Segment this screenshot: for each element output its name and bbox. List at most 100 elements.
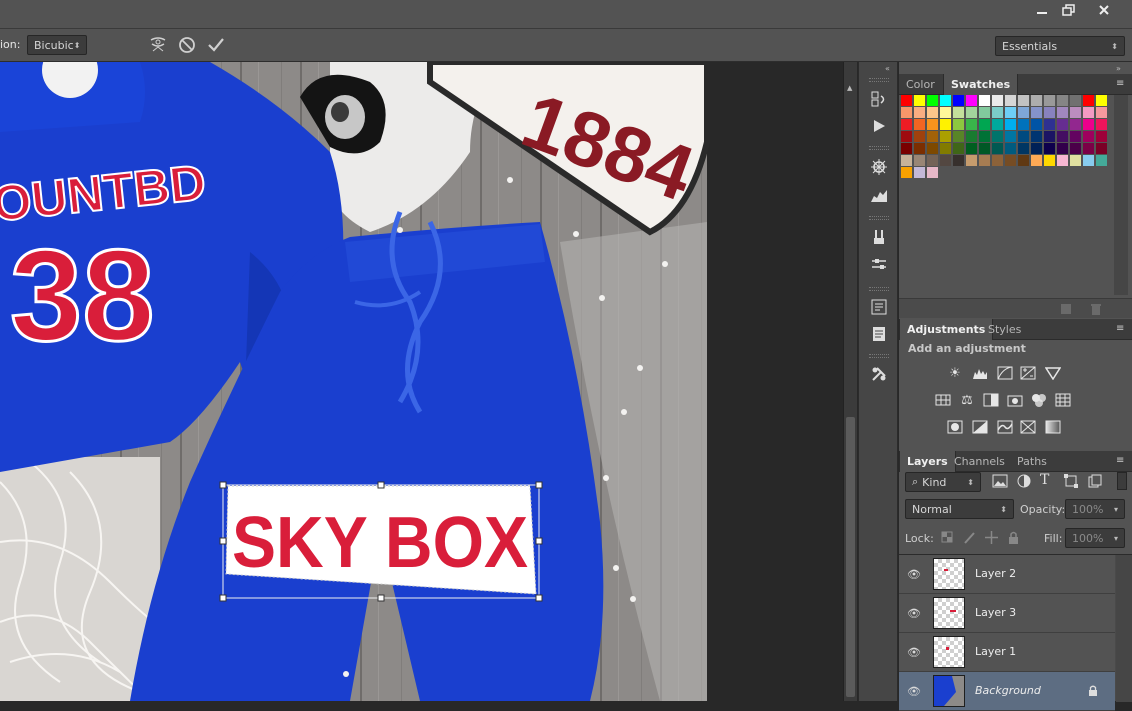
document-canvas-area[interactable]: 1884 OUNTBD 38 SKY BOX (0, 62, 843, 701)
swatch[interactable] (901, 167, 912, 178)
swatch[interactable] (953, 131, 964, 142)
swatch[interactable] (992, 107, 1003, 118)
swatch[interactable] (901, 107, 912, 118)
eye-icon[interactable]: 👁 (907, 606, 921, 620)
swatch[interactable] (1018, 131, 1029, 142)
posterize-icon[interactable] (971, 419, 989, 435)
filter-smart-objects-button[interactable] (1087, 474, 1103, 491)
swatch[interactable] (1005, 95, 1016, 106)
swatch[interactable] (1005, 143, 1016, 154)
levels-icon[interactable] (971, 365, 989, 381)
layer-row[interactable]: 👁 Layer 3 (899, 594, 1115, 633)
tab-swatches[interactable]: Swatches (943, 74, 1019, 95)
lock-image-pixels-button[interactable] (963, 531, 976, 547)
exposure-icon[interactable] (1019, 365, 1037, 381)
swatch[interactable] (927, 131, 938, 142)
swatch[interactable] (1070, 107, 1081, 118)
swatch[interactable] (1070, 95, 1081, 106)
tab-styles[interactable]: Styles (981, 319, 1028, 340)
workspace-select[interactable]: Essentials ⬍ (995, 36, 1125, 56)
swatch[interactable] (1031, 119, 1042, 130)
collapse-dock-icon[interactable]: « (885, 64, 890, 73)
swatch[interactable] (1018, 155, 1029, 166)
swatch[interactable] (914, 119, 925, 130)
swatch[interactable] (1057, 95, 1068, 106)
collapse-panels-icon[interactable]: » (1116, 64, 1121, 73)
swatch[interactable] (927, 107, 938, 118)
swatch[interactable] (1096, 95, 1107, 106)
swatch[interactable] (901, 119, 912, 130)
swatch[interactable] (1031, 143, 1042, 154)
swatch[interactable] (1044, 119, 1055, 130)
swatch[interactable] (979, 107, 990, 118)
layer-row[interactable]: 👁 Layer 1 (899, 633, 1115, 672)
curves-icon[interactable] (996, 365, 1014, 381)
tab-paths[interactable]: Paths (1010, 451, 1054, 472)
swatch[interactable] (1018, 95, 1029, 106)
tab-adjustments[interactable]: Adjustments (899, 319, 994, 340)
swatch[interactable] (940, 143, 951, 154)
swatch[interactable] (901, 95, 912, 106)
swatch[interactable] (1057, 107, 1068, 118)
navigator-panel-button[interactable] (867, 156, 891, 178)
swatch[interactable] (992, 143, 1003, 154)
swatch[interactable] (1044, 95, 1055, 106)
swatch[interactable] (1096, 119, 1107, 130)
swatch[interactable] (914, 167, 925, 178)
delete-swatch-button[interactable] (1089, 302, 1103, 319)
swatch[interactable] (940, 95, 951, 106)
color-balance-icon[interactable]: ⚖ (958, 392, 976, 408)
scroll-up-arrow-icon[interactable]: ▲ (847, 84, 852, 92)
swatch[interactable] (1057, 131, 1068, 142)
swatch[interactable] (914, 143, 925, 154)
gradient-map-icon[interactable] (1044, 419, 1062, 435)
swatch[interactable] (1096, 155, 1107, 166)
swatch[interactable] (979, 95, 990, 106)
swatch[interactable] (1070, 143, 1081, 154)
dock-grip[interactable] (869, 287, 889, 291)
panel-menu-icon[interactable]: ≡ (1116, 323, 1128, 334)
eye-icon[interactable]: 👁 (907, 684, 921, 698)
brush-panel-button[interactable] (867, 254, 891, 276)
swatch[interactable] (953, 143, 964, 154)
swatch[interactable] (1018, 107, 1029, 118)
tab-color[interactable]: Color (899, 74, 942, 95)
filter-adjustment-layers-button[interactable] (1016, 474, 1032, 491)
blend-mode-select[interactable]: Normal ⬍ (905, 499, 1014, 519)
panel-menu-icon[interactable]: ≡ (1116, 78, 1128, 89)
histogram-panel-button[interactable] (867, 184, 891, 206)
swatch[interactable] (1096, 131, 1107, 142)
swatch[interactable] (1083, 119, 1094, 130)
swatch[interactable] (1031, 107, 1042, 118)
swatch[interactable] (966, 119, 977, 130)
swatch[interactable] (953, 107, 964, 118)
swatch[interactable] (940, 107, 951, 118)
hue-saturation-icon[interactable] (934, 392, 952, 408)
swatch[interactable] (1070, 155, 1081, 166)
swatch[interactable] (901, 131, 912, 142)
swatch[interactable] (1005, 107, 1016, 118)
swatch[interactable] (1044, 107, 1055, 118)
opacity-field[interactable]: 100% ▾ (1065, 499, 1125, 519)
swatch[interactable] (940, 119, 951, 130)
swatch[interactable] (914, 107, 925, 118)
tab-channels[interactable]: Channels (947, 451, 1012, 472)
tools-panel-button[interactable] (867, 363, 891, 385)
warp-mode-button[interactable] (148, 35, 168, 55)
swatch[interactable] (914, 95, 925, 106)
swatch[interactable] (927, 167, 938, 178)
swatch[interactable] (992, 155, 1003, 166)
swatch[interactable] (1018, 119, 1029, 130)
swatch[interactable] (940, 131, 951, 142)
filter-pixel-layers-button[interactable] (992, 474, 1008, 491)
swatch[interactable] (914, 131, 925, 142)
swatch[interactable] (901, 143, 912, 154)
dock-grip[interactable] (869, 78, 889, 82)
swatch[interactable] (979, 119, 990, 130)
swatch[interactable] (1005, 155, 1016, 166)
swatch[interactable] (1044, 131, 1055, 142)
swatch[interactable] (966, 95, 977, 106)
swatches-scrollbar[interactable] (1114, 95, 1128, 295)
swatch[interactable] (992, 119, 1003, 130)
swatches-grid[interactable] (901, 95, 1116, 295)
